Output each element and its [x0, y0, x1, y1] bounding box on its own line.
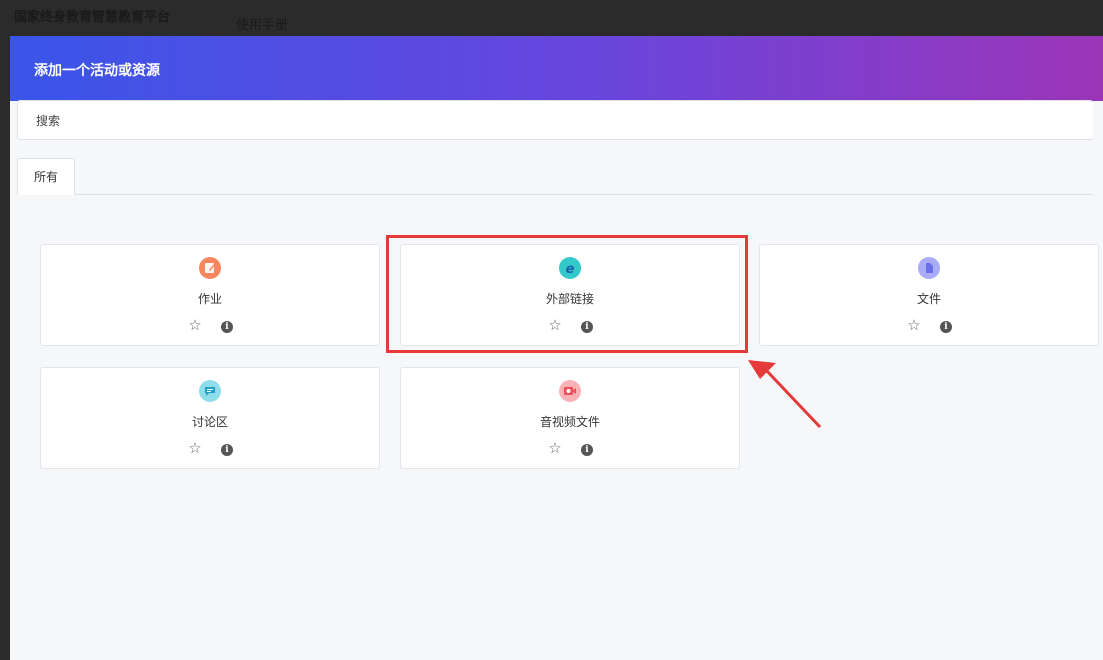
card-label: 讨论区 — [191, 415, 228, 429]
info-icon[interactable]: i — [581, 444, 593, 456]
star-icon[interactable]: ☆ — [906, 316, 922, 334]
video-icon — [559, 380, 581, 402]
assignment-icon — [199, 257, 221, 279]
info-icon[interactable]: i — [221, 321, 233, 333]
search-placeholder: 搜索 — [36, 113, 61, 128]
user-manual-link[interactable]: 使用手册 — [236, 14, 288, 33]
modal-title: 添加一个活动或资源 — [34, 63, 160, 79]
tab-all[interactable]: 所有 — [17, 158, 75, 195]
info-icon[interactable]: i — [221, 444, 233, 456]
highlight-box — [386, 235, 748, 353]
card-label: 文件 — [916, 292, 941, 306]
card-label: 音视频文件 — [539, 415, 600, 429]
app-topbar: 国家终身教育智慧教育平台 使用手册 — [0, 0, 1103, 36]
search-input[interactable]: 搜索 — [17, 100, 1093, 140]
tabs-divider — [17, 194, 1093, 195]
activity-card-forum[interactable]: 讨论区 ☆ i — [40, 367, 380, 469]
star-icon[interactable]: ☆ — [547, 439, 563, 457]
file-icon — [918, 257, 940, 279]
activity-card-file[interactable]: 文件 ☆ i — [759, 244, 1099, 346]
site-title[interactable]: 国家终身教育智慧教育平台 — [14, 6, 170, 25]
star-icon[interactable]: ☆ — [187, 439, 203, 457]
forum-icon — [199, 380, 221, 402]
star-icon[interactable]: ☆ — [187, 316, 203, 334]
activity-card-assignment[interactable]: 作业 ☆ i — [40, 244, 380, 346]
info-icon[interactable]: i — [940, 321, 952, 333]
modal-header: 添加一个活动或资源 — [10, 36, 1103, 101]
activity-card-media[interactable]: 音视频文件 ☆ i — [400, 367, 740, 469]
card-label: 作业 — [197, 292, 222, 306]
